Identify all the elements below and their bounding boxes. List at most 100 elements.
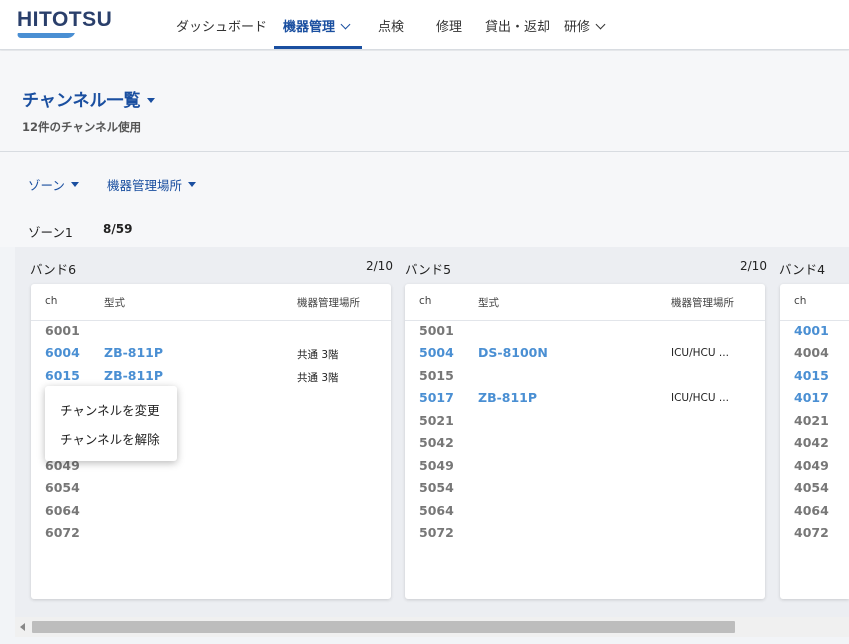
table-row[interactable]: 4004 (780, 342, 849, 364)
table-row[interactable]: 5004 DS-8100N ICU/HCU ... (405, 342, 765, 364)
channel-number: 4021 (794, 413, 829, 428)
channel-number[interactable]: 4015 (794, 368, 829, 383)
table-row[interactable]: 6001 (31, 320, 391, 342)
channel-number: 5054 (419, 480, 454, 495)
horizontal-scrollbar[interactable] (15, 617, 849, 637)
table-row[interactable]: 5017 ZB-811P ICU/HCU ... (405, 387, 765, 409)
table-row[interactable]: 4042 (780, 432, 849, 454)
location-text: 共通 3階 (297, 372, 339, 384)
channel-number: 4042 (794, 435, 829, 450)
table-row[interactable]: 4049 (780, 455, 849, 477)
nav-repair[interactable]: 修理 (436, 16, 462, 35)
table-row[interactable]: 6064 (31, 500, 391, 522)
table-row[interactable]: 6054 (31, 477, 391, 499)
table-row[interactable]: 5049 (405, 455, 765, 477)
channel-number[interactable]: 4017 (794, 390, 829, 405)
channel-number: 4064 (794, 503, 829, 518)
table-row[interactable]: 5072 (405, 522, 765, 544)
table-row[interactable]: 6072 (31, 522, 391, 544)
menu-item-change-channel[interactable]: チャンネルを変更 (60, 400, 160, 419)
table-row[interactable]: 4021 (780, 410, 849, 432)
channel-number: 6054 (45, 480, 80, 495)
logo-underline (16, 33, 75, 38)
location-text: 共通 3階 (297, 349, 339, 361)
filter-bar: ゾーン 機器管理場所 ゾーン1 8/59 (0, 152, 849, 247)
zone-count: 8/59 (103, 222, 133, 236)
table-header: ch (780, 284, 849, 321)
channel-number: 5021 (419, 413, 454, 428)
band-count: 2/10 (740, 259, 767, 273)
table-row[interactable]: 5001 (405, 320, 765, 342)
band-title: バンド4 (779, 262, 826, 277)
chevron-down-icon (595, 19, 606, 30)
channel-number: 5001 (419, 323, 454, 338)
zone-filter[interactable]: ゾーン (28, 175, 79, 194)
channel-number[interactable]: 5004 (419, 345, 454, 360)
band-card: ch 4001 4004 4015 4017 4021 4042 4049 40… (780, 284, 849, 599)
table-row[interactable]: 5021 (405, 410, 765, 432)
caret-down-icon (146, 98, 155, 103)
table-row[interactable]: 4072 (780, 522, 849, 544)
zone-filter-label: ゾーン (28, 178, 65, 193)
column-header-model: 型式 (104, 297, 125, 309)
table-row[interactable]: 4001 (780, 320, 849, 342)
context-menu: チャンネルを変更 チャンネルを解除 (45, 386, 177, 461)
column-header-ch: ch (45, 295, 58, 307)
channel-number[interactable]: 4001 (794, 323, 829, 338)
table-row[interactable]: 4015 (780, 365, 849, 387)
page-title: チャンネル一覧 (22, 91, 141, 111)
channel-number[interactable]: 6015 (45, 368, 80, 383)
location-filter[interactable]: 機器管理場所 (107, 175, 197, 194)
table-row[interactable]: 4064 (780, 500, 849, 522)
nav-training[interactable]: 研修 (564, 16, 606, 35)
nav-training-label: 研修 (564, 20, 591, 35)
caret-down-icon (188, 182, 197, 187)
table-row[interactable]: 6015 ZB-811P 共通 3階 (31, 365, 391, 387)
scrollbar-thumb[interactable] (32, 621, 735, 633)
channel-number: 4049 (794, 458, 829, 473)
zone-name: ゾーン1 (28, 225, 73, 240)
table-row[interactable]: 5054 (405, 477, 765, 499)
table-row[interactable]: 5015 (405, 365, 765, 387)
caret-down-icon (70, 182, 79, 187)
model-link[interactable]: DS-8100N (478, 345, 548, 360)
column-header-location: 機器管理場所 (297, 297, 360, 309)
nav-dashboard[interactable]: ダッシュボード (176, 16, 267, 35)
nav-equipment-label: 機器管理 (283, 20, 336, 35)
page-title-dropdown[interactable]: チャンネル一覧 (22, 86, 155, 111)
channel-number: 4054 (794, 480, 829, 495)
column-header-ch: ch (419, 295, 432, 307)
location-text: ICU/HCU ... (671, 392, 729, 404)
top-header: HITOTSU ダッシュボード 機器管理 点検 修理 貸出・返却 研修 (0, 0, 849, 50)
channel-number: 6072 (45, 525, 80, 540)
channel-number: 5042 (419, 435, 454, 450)
channel-number: 4004 (794, 345, 829, 360)
channel-number: 5015 (419, 368, 454, 383)
table-row[interactable]: 5064 (405, 500, 765, 522)
nav-inspection[interactable]: 点検 (378, 16, 404, 35)
channel-number[interactable]: 5017 (419, 390, 454, 405)
channel-number: 6064 (45, 503, 80, 518)
model-link[interactable]: ZB-811P (478, 390, 537, 405)
column-header-location: 機器管理場所 (671, 297, 734, 309)
channel-number: 6001 (45, 323, 80, 338)
menu-item-release-channel[interactable]: チャンネルを解除 (60, 429, 160, 448)
page-header: チャンネル一覧 12件のチャンネル使用 (0, 51, 849, 152)
model-link[interactable]: ZB-811P (104, 368, 163, 383)
table-row[interactable]: 4054 (780, 477, 849, 499)
channel-number[interactable]: 6004 (45, 345, 80, 360)
model-link[interactable]: ZB-811P (104, 345, 163, 360)
chevron-down-icon (340, 19, 351, 30)
logo[interactable]: HITOTSU (17, 8, 112, 32)
channel-number: 4072 (794, 525, 829, 540)
table-header: ch 型式 機器管理場所 (31, 284, 391, 321)
channel-number: 5072 (419, 525, 454, 540)
table-row[interactable]: 6004 ZB-811P 共通 3階 (31, 342, 391, 364)
scroll-left-icon[interactable] (20, 623, 25, 631)
table-row[interactable]: 5042 (405, 432, 765, 454)
table-row[interactable]: 4017 (780, 387, 849, 409)
nav-equipment[interactable]: 機器管理 (283, 16, 351, 35)
page-subtitle: 12件のチャンネル使用 (22, 120, 142, 134)
nav-lending[interactable]: 貸出・返却 (485, 16, 550, 35)
location-filter-label: 機器管理場所 (107, 178, 183, 193)
